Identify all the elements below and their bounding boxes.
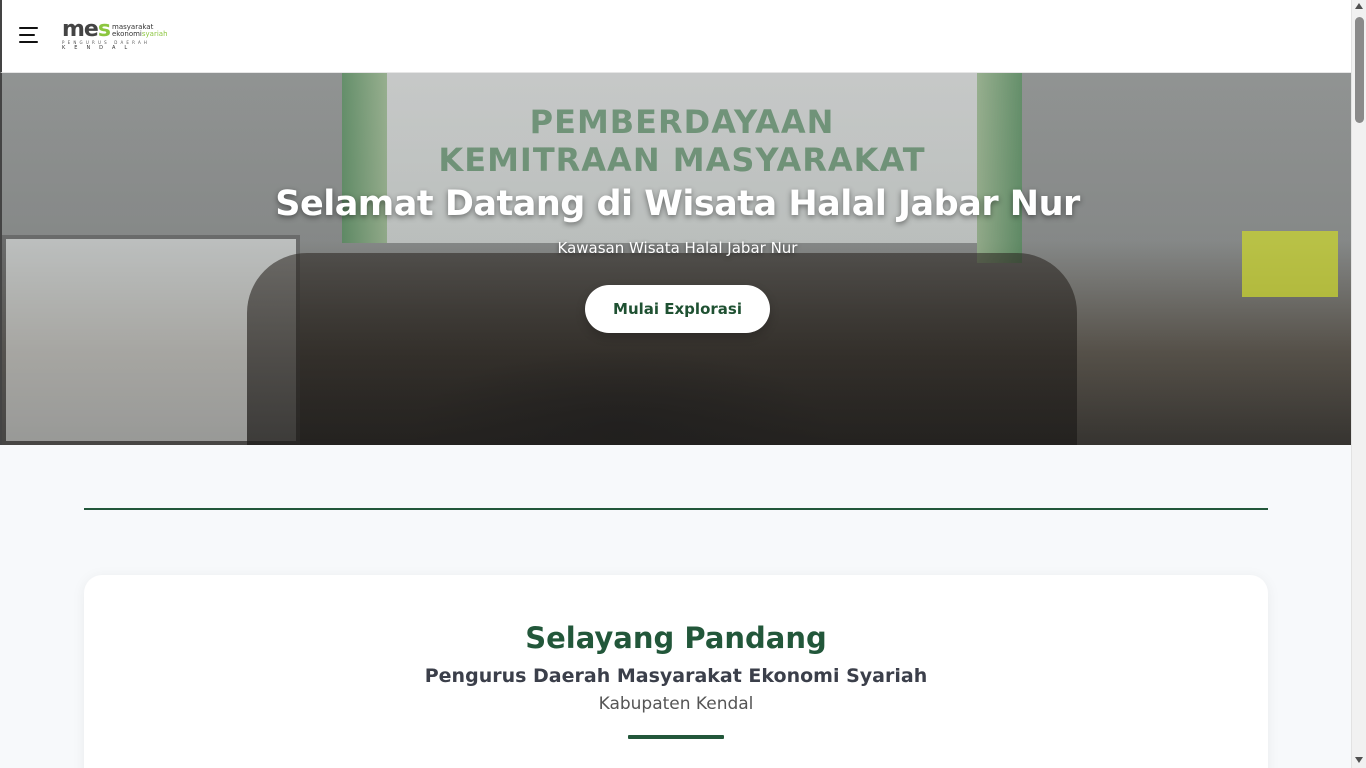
about-title-underline (628, 735, 724, 739)
site-logo[interactable]: mes masyarakat ekonomisyariah PENGURUS D… (62, 19, 172, 53)
hero-title: Selamat Datang di Wisata Halal Jabar Nur (275, 184, 1080, 224)
logo-mark: mes (62, 17, 111, 42)
hero-section: PEMBERDAYAAN KEMITRAAN MASYARAKAT Selama… (0, 73, 1351, 445)
about-title: Selayang Pandang (525, 621, 827, 655)
hero-photo-group (247, 253, 1077, 445)
logo-mark-main: me (62, 17, 99, 42)
about-region: Kabupaten Kendal (598, 694, 754, 714)
hero-photo-banner-text: PEMBERDAYAAN KEMITRAAN MASYARAKAT (438, 103, 926, 179)
logo-line-2: ekonomisyariah (112, 31, 168, 38)
logo-wordmark: masyarakat ekonomisyariah (112, 24, 168, 38)
scrollbar-thumb[interactable] (1355, 17, 1364, 123)
section-divider (84, 508, 1268, 510)
about-subtitle: Pengurus Daerah Masyarakat Ekonomi Syari… (424, 665, 928, 687)
logo-line-4: KENDAL (62, 45, 137, 51)
menu-bar-top (19, 27, 38, 29)
scroll-down-arrow-icon[interactable] (1355, 757, 1363, 763)
hero-photo-curtain-right (977, 73, 1022, 263)
logo-line-2b: syariah (141, 30, 168, 38)
menu-bar-middle (19, 34, 35, 36)
top-header: mes masyarakat ekonomisyariah PENGURUS D… (0, 0, 1351, 73)
logo-line-2a: ekonomi (112, 30, 142, 38)
about-card: Selayang Pandang Pengurus Daerah Masyara… (84, 575, 1268, 768)
scroll-up-arrow-icon[interactable] (1355, 3, 1363, 9)
logo-mark-accent: s (97, 17, 111, 42)
page-scrollbar[interactable] (1351, 0, 1366, 768)
hamburger-menu-icon[interactable] (19, 27, 39, 45)
explore-button[interactable]: Mulai Explorasi (585, 285, 770, 333)
hero-subtitle: Kawasan Wisata Halal Jabar Nur (557, 239, 798, 257)
menu-bar-bottom (19, 41, 38, 43)
